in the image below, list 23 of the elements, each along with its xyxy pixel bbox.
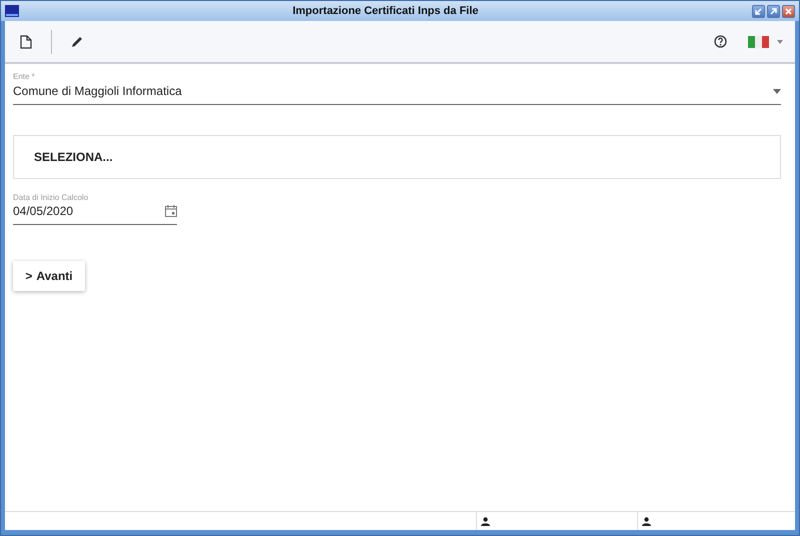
- minimize-button[interactable]: [752, 4, 765, 18]
- dropdown-caret-icon: [773, 88, 781, 94]
- select-file-button[interactable]: SELEZIONA...: [13, 135, 781, 179]
- help-icon: [714, 35, 726, 48]
- caret-icon: [776, 40, 782, 44]
- maximize-button[interactable]: [767, 4, 780, 18]
- calendar-icon[interactable]: [165, 205, 177, 217]
- field-label: Ente *: [13, 72, 36, 81]
- close-icon: [784, 6, 793, 16]
- document-icon: [20, 34, 32, 48]
- window-title: Importazione Certificati Inps da File: [292, 5, 480, 17]
- pencil-icon: [70, 34, 84, 48]
- maximize-arrow-icon: [769, 6, 778, 16]
- close-button[interactable]: [782, 4, 795, 18]
- field-label: Data di Inizio Calcolo: [13, 193, 90, 202]
- date-field[interactable]: 04/05/2020: [13, 202, 177, 225]
- user-icon: [642, 516, 651, 526]
- next-button[interactable]: > Avanti: [13, 261, 85, 291]
- ente-dropdown[interactable]: Comune di Maggioli Informatica: [13, 81, 781, 105]
- user-icon: [481, 516, 490, 526]
- minimize-arrow-icon: [754, 6, 763, 16]
- flag-icon: [748, 36, 768, 48]
- app-icon: [5, 5, 19, 17]
